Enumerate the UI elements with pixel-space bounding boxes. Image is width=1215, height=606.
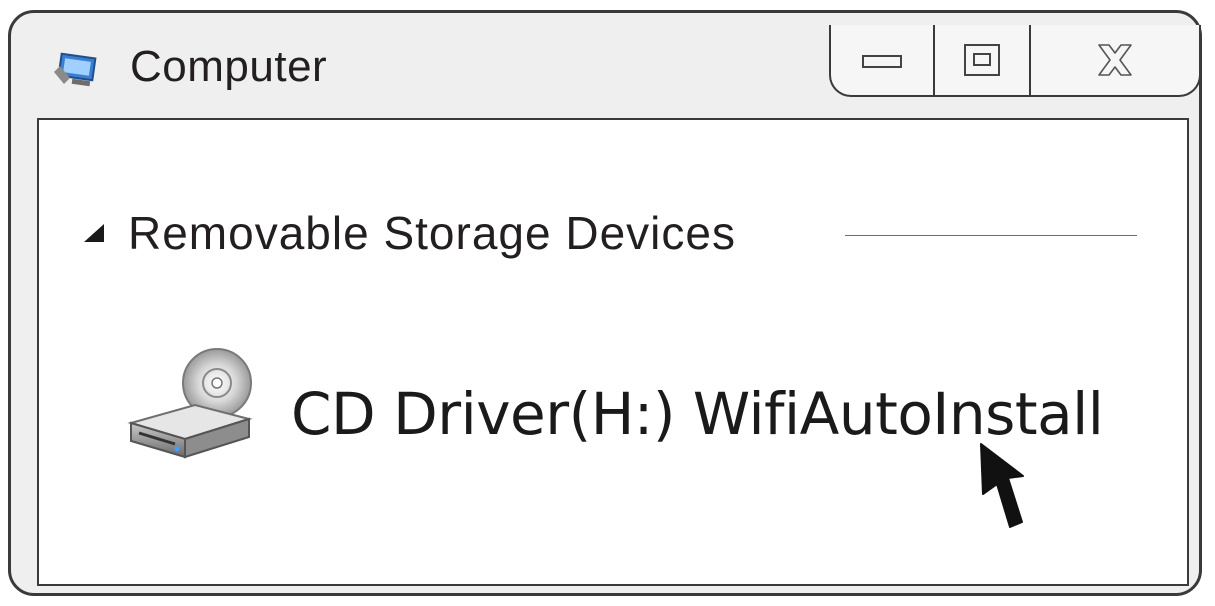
maximize-button[interactable]	[935, 25, 1031, 95]
triangle-expanded-icon[interactable]	[80, 220, 106, 246]
group-header-removable-storage[interactable]: Removable Storage Devices	[128, 206, 736, 260]
window-title: Computer	[130, 42, 328, 91]
close-button[interactable]	[1031, 25, 1199, 95]
mouse-cursor-icon	[980, 443, 1024, 528]
computer-icon	[54, 52, 97, 87]
group-divider	[845, 235, 1137, 236]
drive-label: CD Driver(H:) WifiAutoInstall	[291, 380, 1104, 448]
close-icon	[1098, 44, 1132, 76]
window-controls	[829, 25, 1201, 97]
cd-drive-icon	[127, 348, 253, 459]
restore-icon	[964, 44, 1000, 76]
minimize-icon	[862, 55, 902, 68]
minimize-button[interactable]	[831, 25, 935, 95]
